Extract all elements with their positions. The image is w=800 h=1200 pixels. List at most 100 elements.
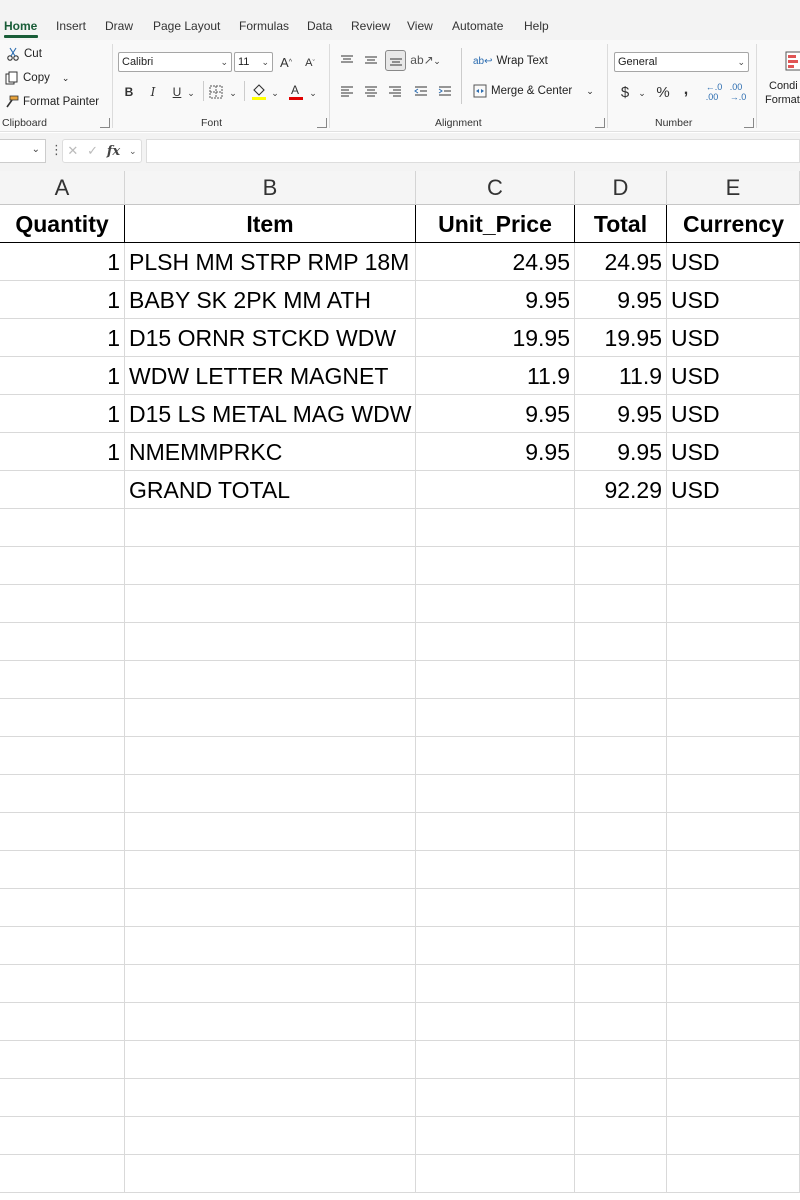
empty-cell[interactable] [0,889,125,927]
conditional-formatting-label[interactable]: Condi [769,80,798,92]
total-cell[interactable]: 24.95 [575,243,667,281]
total-cell[interactable]: 9.95 [575,281,667,319]
header-cell-item[interactable]: Item [125,205,416,243]
empty-cell[interactable] [125,889,416,927]
unit-price-cell[interactable]: 9.95 [416,433,575,471]
empty-cell[interactable] [0,927,125,965]
empty-cell[interactable] [125,547,416,585]
name-box[interactable]: ⌄ [0,139,46,163]
empty-cell[interactable] [416,1041,575,1079]
empty-cell[interactable] [416,623,575,661]
empty-cell[interactable] [416,547,575,585]
chevron-down-icon[interactable]: ⌄ [270,84,280,102]
chevron-down-icon[interactable]: ⌄ [186,84,196,102]
orientation-icon[interactable]: ab↗ [410,52,433,68]
number-dialog-launcher-icon[interactable] [744,118,754,128]
copy-button[interactable]: Copy ⌄ [5,71,69,85]
unit-price-cell[interactable]: 9.95 [416,395,575,433]
empty-cell[interactable] [125,1079,416,1117]
tab-data[interactable]: Data [307,19,332,33]
empty-cell[interactable] [125,1003,416,1041]
header-cell-quantity[interactable]: Quantity [0,205,125,243]
tab-automate[interactable]: Automate [452,19,503,33]
empty-cell[interactable] [0,775,125,813]
empty-cell[interactable] [575,509,667,547]
cut-button[interactable]: Cut [6,47,42,61]
empty-cell[interactable] [575,699,667,737]
empty-cell[interactable] [0,965,125,1003]
empty-cell[interactable] [575,775,667,813]
italic-button[interactable]: I [146,82,160,102]
decrease-indent-icon[interactable] [413,83,429,99]
empty-cell[interactable] [125,623,416,661]
empty-cell[interactable] [125,775,416,813]
align-middle-icon[interactable] [363,52,379,68]
quantity-cell[interactable]: 1 [0,281,125,319]
empty-cell[interactable] [667,699,800,737]
empty-cell[interactable] [125,661,416,699]
empty-cell[interactable] [667,851,800,889]
empty-cell[interactable] [416,585,575,623]
item-cell[interactable]: D15 ORNR STCKD WDW [125,319,416,357]
empty-cell[interactable] [667,623,800,661]
empty-cell[interactable] [575,1117,667,1155]
accounting-format-button[interactable]: $ [618,82,632,102]
empty-cell[interactable] [575,1155,667,1193]
total-cell[interactable]: 11.9 [575,357,667,395]
empty-cell[interactable] [0,1079,125,1117]
formula-input[interactable] [146,139,800,163]
bold-button[interactable]: B [122,82,136,102]
wrap-text-button[interactable]: ab↩ Wrap Text [473,55,548,67]
underline-button[interactable]: U [170,82,184,102]
conditional-formatting-icon[interactable] [784,50,800,72]
tab-help[interactable]: Help [524,19,549,33]
total-cell[interactable]: 9.95 [575,433,667,471]
empty-cell[interactable] [125,1041,416,1079]
chevron-down-icon[interactable]: ⌄ [637,85,647,101]
header-cell-total[interactable]: Total [575,205,667,243]
empty-cell[interactable] [0,699,125,737]
empty-cell[interactable] [575,547,667,585]
quantity-cell[interactable]: 1 [0,243,125,281]
empty-cell[interactable] [667,1117,800,1155]
chevron-down-icon[interactable]: ⌄ [586,86,594,97]
empty-cell[interactable] [0,737,125,775]
empty-cell[interactable] [575,661,667,699]
tab-formulas[interactable]: Formulas [239,19,289,33]
empty-cell[interactable] [125,813,416,851]
empty-cell[interactable] [667,509,800,547]
empty-cell[interactable] [0,1003,125,1041]
empty-cell[interactable] [667,1155,800,1193]
currency-cell[interactable]: USD [667,319,800,357]
empty-cell[interactable] [575,813,667,851]
empty-cell[interactable] [667,737,800,775]
total-cell[interactable]: 9.95 [575,395,667,433]
font-name-select[interactable]: Calibri ⌄ [118,52,232,72]
empty-cell[interactable] [575,1079,667,1117]
quantity-cell[interactable]: 1 [0,319,125,357]
empty-cell[interactable] [416,509,575,547]
currency-cell[interactable]: USD [667,433,800,471]
empty-cell[interactable] [125,737,416,775]
insert-function-icon[interactable]: fx [107,144,120,159]
quantity-cell[interactable]: 1 [0,433,125,471]
empty-cell[interactable] [416,775,575,813]
item-cell[interactable]: NMEMMPRKC [125,433,416,471]
empty-cell[interactable] [575,1041,667,1079]
empty-cell[interactable] [667,965,800,1003]
decrease-font-size-icon[interactable]: Aˇ [302,53,318,73]
empty-cell[interactable] [575,623,667,661]
currency-cell[interactable]: USD [667,281,800,319]
tab-draw[interactable]: Draw [105,19,133,33]
empty-cell[interactable] [125,851,416,889]
clipboard-dialog-launcher-icon[interactable] [100,118,110,128]
empty-cell[interactable] [575,585,667,623]
chevron-down-icon[interactable]: ⌄ [62,73,70,84]
empty-cell[interactable] [416,889,575,927]
empty-cell[interactable] [125,1117,416,1155]
empty-cell[interactable] [416,661,575,699]
align-center-icon[interactable] [363,83,379,99]
empty-cell[interactable] [0,1041,125,1079]
currency-cell[interactable]: USD [667,357,800,395]
empty-cell[interactable] [416,699,575,737]
